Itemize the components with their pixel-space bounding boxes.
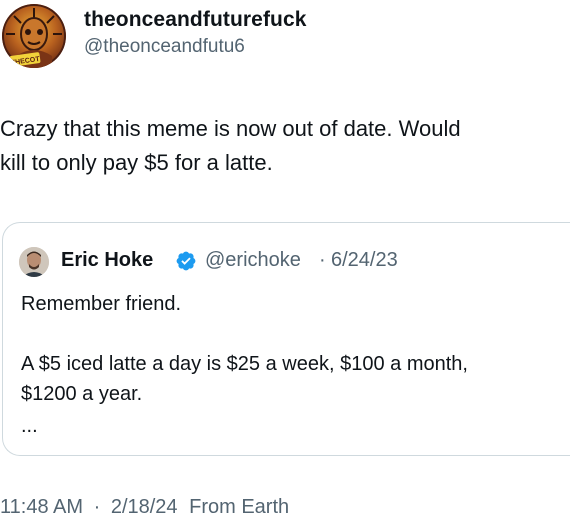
author-avatar[interactable]: THECOT [2, 4, 66, 68]
quoted-author-avatar-image [19, 247, 49, 277]
quoted-tweet-text: Remember friend. A $5 iced latte a day i… [21, 293, 468, 405]
tweet-text: Crazy that this meme is now out of date.… [0, 116, 461, 175]
tweet-header: THECOT theonceandfuturefuck @theonceandf… [0, 0, 570, 80]
author-avatar-image: THECOT [2, 4, 66, 68]
quoted-separator: · [319, 249, 326, 271]
quoted-tweet-card[interactable]: Eric Hoke @erichoke · 6/24/23 Remember f… [2, 222, 570, 456]
footer-separator: · [93, 496, 101, 518]
tweet-source: From Earth [189, 496, 290, 518]
quoted-tweet-date[interactable]: 6/24/23 [331, 249, 398, 272]
quoted-author-avatar[interactable] [19, 247, 49, 277]
quoted-author-display-name[interactable]: Eric Hoke [61, 249, 153, 272]
author-display-name[interactable]: theonceandfuturefuck [84, 8, 307, 32]
tweet-time[interactable]: 11:48 AM [0, 496, 83, 519]
verified-badge-icon [176, 251, 196, 271]
quoted-author-handle[interactable]: @erichoke [205, 249, 301, 272]
tweet-page: THECOT theonceandfuturefuck @theonceandf… [0, 0, 570, 520]
tweet-footer: 11:48 AM · 2/18/24 From Earth [0, 496, 289, 520]
quoted-tweet-ellipsis: ... [21, 415, 38, 437]
tweet-date[interactable]: 2/18/24 [111, 496, 178, 519]
author-handle[interactable]: @theonceandfutu6 [84, 36, 245, 58]
